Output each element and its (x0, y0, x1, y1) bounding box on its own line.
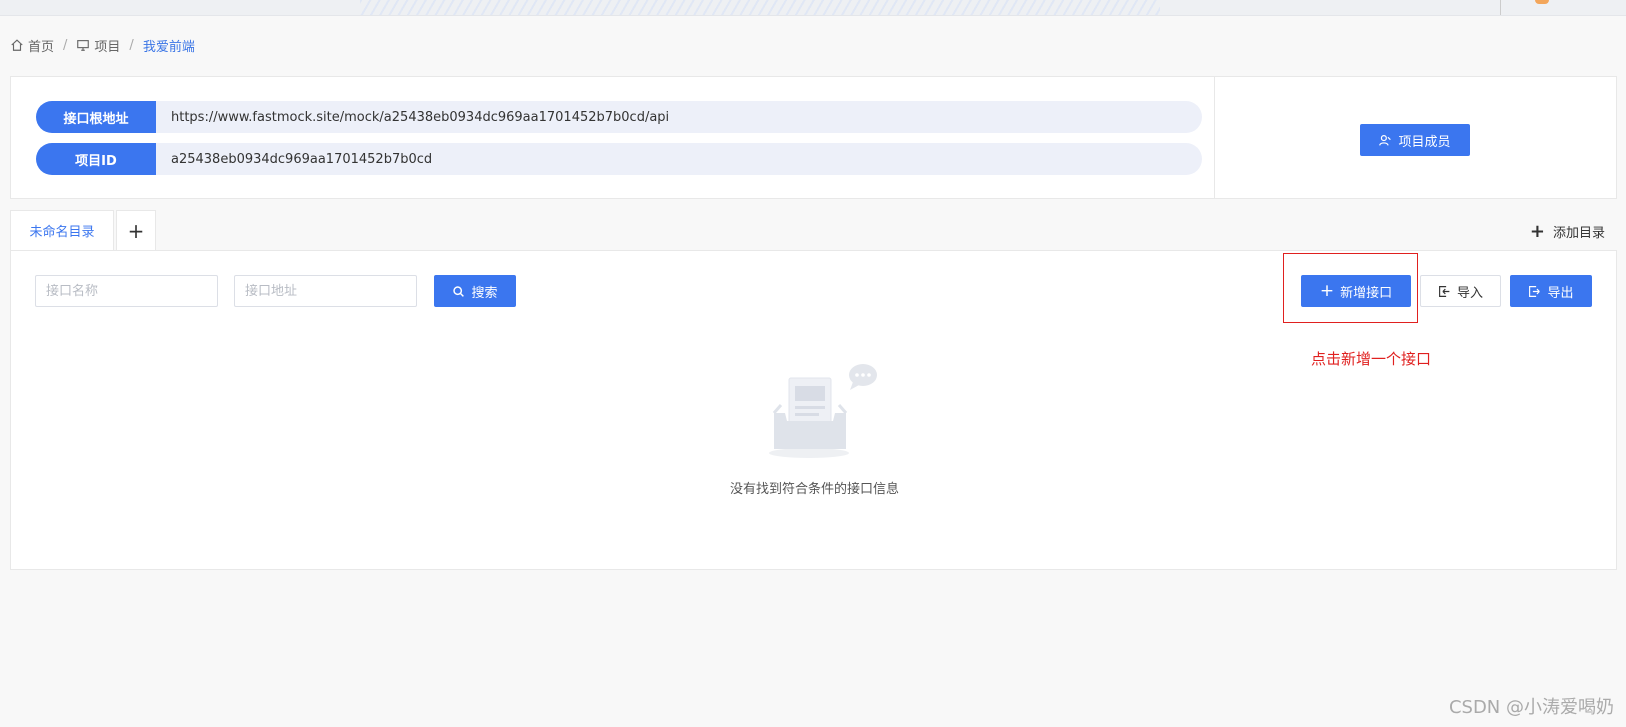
tab-unnamed-directory[interactable]: 未命名目录 (10, 210, 114, 250)
export-label: 导出 (1547, 285, 1574, 301)
project-id-label: 项目ID (36, 143, 156, 175)
project-info-card: 接口根地址 https://www.fastmock.site/mock/a25… (10, 76, 1215, 199)
add-interface-label: 新增接口 (1340, 285, 1393, 301)
project-members-button[interactable]: 项目成员 (1360, 124, 1470, 156)
breadcrumb-separator: / (63, 37, 68, 53)
annotation-note: 点击新增一个接口 (1311, 350, 1432, 368)
watermark: CSDN @小涛爱喝奶 (1448, 697, 1614, 718)
add-interface-button[interactable]: + 新增接口 (1301, 275, 1411, 307)
interface-list-panel: 搜索 + 新增接口 导入 导出 点击新增一个接口 没有找到符合条件的接口信息 (10, 250, 1617, 570)
breadcrumb-projects[interactable]: 项目 (76, 36, 120, 55)
header-decoration (360, 0, 1160, 15)
breadcrumb-separator: / (129, 37, 134, 53)
search-icon (453, 285, 465, 297)
breadcrumb-current: 我爱前端 (142, 39, 195, 55)
breadcrumb-home[interactable]: 首页 (10, 36, 54, 55)
empty-state-message: 没有找到符合条件的接口信息 (729, 482, 899, 497)
interface-url-input[interactable] (234, 275, 417, 307)
root-url-value[interactable]: https://www.fastmock.site/mock/a25438eb0… (156, 101, 1202, 133)
export-button[interactable]: 导出 (1510, 275, 1592, 307)
project-id-row: 项目ID a25438eb0934dc969aa1701452b7b0cd (36, 143, 1202, 175)
add-tab-button[interactable]: + (116, 210, 156, 250)
root-url-label: 接口根地址 (36, 101, 156, 133)
directory-tabs: 未命名目录 + + 添加目录 (10, 210, 1617, 250)
search-button[interactable]: 搜索 (434, 275, 516, 307)
project-members-label: 项目成员 (1398, 134, 1451, 150)
interface-name-input[interactable] (35, 275, 218, 307)
breadcrumb-home-label: 首页 (28, 39, 55, 55)
header-divider (1500, 0, 1501, 15)
empty-inbox-icon (769, 364, 877, 458)
import-button[interactable]: 导入 (1420, 275, 1501, 307)
export-icon (1529, 285, 1541, 297)
home-icon (11, 39, 23, 51)
add-directory-button[interactable]: + 添加目录 (1530, 222, 1605, 241)
breadcrumb: 首页 / 项目 / 我爱前端 (10, 36, 195, 55)
members-card: 项目成员 (1215, 76, 1617, 199)
add-directory-label: 添加目录 (1552, 226, 1605, 241)
plus-icon: + (1529, 220, 1545, 242)
top-header (0, 0, 1626, 16)
avatar[interactable] (1535, 0, 1549, 4)
users-icon (1379, 134, 1392, 146)
plus-icon: + (1319, 281, 1335, 301)
import-icon (1439, 285, 1450, 297)
monitor-icon (77, 40, 90, 51)
import-label: 导入 (1456, 285, 1483, 301)
project-id-value[interactable]: a25438eb0934dc969aa1701452b7b0cd (156, 143, 1202, 175)
breadcrumb-projects-label: 项目 (94, 39, 121, 55)
search-label: 搜索 (471, 285, 498, 301)
root-url-row: 接口根地址 https://www.fastmock.site/mock/a25… (36, 101, 1202, 133)
